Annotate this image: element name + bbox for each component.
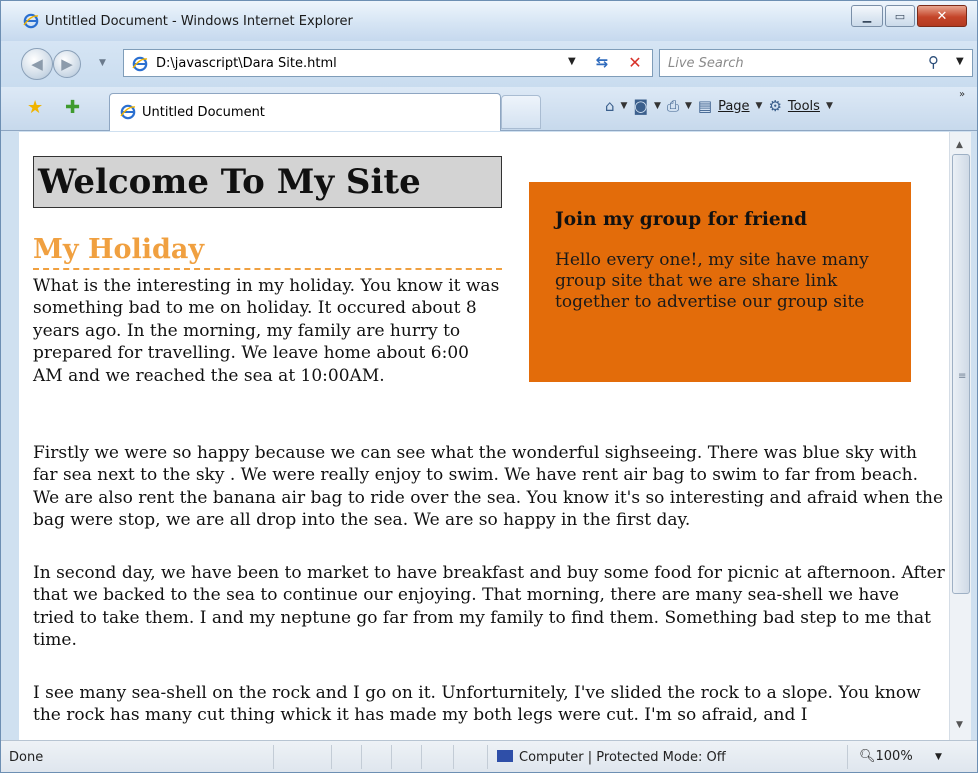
zoom-dropdown-icon[interactable]: ▼ (935, 752, 942, 762)
feeds-dropdown-icon[interactable]: ▼ (654, 101, 661, 111)
join-group-title: Join my group for friend (555, 209, 807, 230)
paragraph-1: What is the interesting in my holiday. Y… (33, 276, 500, 386)
home-icon[interactable]: ⌂ (605, 97, 615, 115)
scroll-down-icon[interactable]: ▼ (956, 720, 963, 730)
address-bar[interactable]: D:\javascript\Dara Site.html ▼ ⇆ ✕ (123, 49, 653, 77)
status-divider (487, 745, 488, 769)
page-menu[interactable]: Page (718, 99, 749, 114)
refresh-icon[interactable]: ⇆ (590, 53, 614, 73)
security-zone[interactable]: Computer | Protected Mode: Off (497, 750, 726, 765)
section-heading: My Holiday (33, 232, 502, 270)
status-divider (273, 745, 274, 769)
search-dropdown-icon[interactable]: ▼ (956, 56, 964, 67)
tools-menu[interactable]: Tools (788, 99, 820, 114)
tools-dropdown-icon[interactable]: ▼ (826, 101, 833, 111)
status-text: Done (9, 750, 44, 765)
command-bar: ★ ✚ Untitled Document ⌂ ▼ ◙ ▼ ⎙ ▼ ▤ Page ▼ ⚙… (1, 87, 977, 131)
tab-label: Untitled Document (142, 105, 265, 120)
minimize-button[interactable]: ▁ (851, 5, 883, 27)
maximize-icon: ▭ (894, 9, 906, 23)
status-divider (391, 745, 392, 769)
paragraph-3: In second day, we have been to market to… (33, 563, 945, 651)
close-button[interactable]: ✕ (917, 5, 967, 27)
paragraph-2: Firstly we were so happy because we can … (33, 443, 944, 531)
title-bar: Untitled Document - Windows Internet Exp… (1, 1, 977, 41)
add-favorite-icon[interactable]: ✚ (65, 97, 80, 118)
back-button[interactable]: ◀ (21, 48, 53, 80)
scroll-thumb[interactable]: ≡ (952, 154, 970, 594)
maximize-button[interactable]: ▭ (885, 5, 915, 27)
status-divider (361, 745, 362, 769)
address-dropdown-icon[interactable]: ▼ (568, 56, 576, 67)
close-icon: ✕ (936, 8, 948, 24)
scroll-grip-icon: ≡ (958, 371, 967, 382)
status-divider (847, 745, 848, 769)
status-divider (421, 745, 422, 769)
page-ie-icon (132, 56, 148, 72)
print-icon[interactable]: ⎙ (667, 97, 679, 115)
print-dropdown-icon[interactable]: ▼ (685, 101, 692, 111)
page-title: Welcome To My Site (33, 156, 502, 208)
forward-arrow-icon: ▶ (61, 55, 73, 73)
paragraph-4: I see many sea-shell on the rock and I g… (33, 683, 921, 726)
home-dropdown-icon[interactable]: ▼ (621, 101, 628, 111)
join-group-text: Hello every one!, my site have many grou… (555, 250, 869, 312)
minimize-icon: ▁ (862, 9, 872, 23)
vertical-scrollbar[interactable]: ▲ ≡ ▼ (949, 132, 971, 740)
command-toolbar: ⌂ ▼ ◙ ▼ ⎙ ▼ ▤ Page ▼ ⚙ Tools ▼ (605, 97, 833, 115)
search-box[interactable]: Live Search ⚲ ▼ (659, 49, 973, 77)
status-divider (331, 745, 332, 769)
address-bar-row: ◀ ▶ ▼ D:\javascript\Dara Site.html ▼ ⇆ ✕… (1, 41, 977, 87)
zoom-level[interactable]: 🔍︎100% (859, 749, 913, 764)
window-title: Untitled Document - Windows Internet Exp… (45, 14, 353, 29)
computer-zone-icon (497, 750, 513, 762)
url-text[interactable]: D:\javascript\Dara Site.html (156, 56, 337, 71)
new-tab-button[interactable] (501, 95, 541, 129)
toolbar-overflow-icon[interactable]: » (959, 89, 965, 100)
status-bar: Done Computer | Protected Mode: Off 🔍︎10… (1, 740, 977, 772)
back-arrow-icon: ◀ (31, 55, 43, 73)
status-divider (453, 745, 454, 769)
tools-gear-icon: ⚙ (768, 97, 782, 115)
browser-window: Untitled Document - Windows Internet Exp… (0, 0, 978, 773)
page-icon: ▤ (697, 97, 713, 115)
search-icon[interactable]: ⚲ (928, 53, 939, 71)
tab-ie-icon (120, 104, 136, 120)
feeds-icon[interactable]: ◙ (633, 97, 648, 115)
favorites-star-icon[interactable]: ★ (27, 97, 43, 118)
stop-icon[interactable]: ✕ (624, 53, 646, 73)
tab-untitled-document[interactable]: Untitled Document (109, 93, 501, 131)
search-placeholder[interactable]: Live Search (668, 56, 744, 71)
ie-logo-icon (23, 13, 39, 29)
recent-pages-dropdown-icon[interactable]: ▼ (99, 58, 106, 68)
scroll-up-icon[interactable]: ▲ (956, 140, 963, 150)
join-group-box: Join my group for friend Hello every one… (529, 182, 911, 382)
forward-button[interactable]: ▶ (53, 50, 81, 78)
page-content: Welcome To My Site Join my group for fri… (19, 132, 949, 740)
page-dropdown-icon[interactable]: ▼ (756, 101, 763, 111)
